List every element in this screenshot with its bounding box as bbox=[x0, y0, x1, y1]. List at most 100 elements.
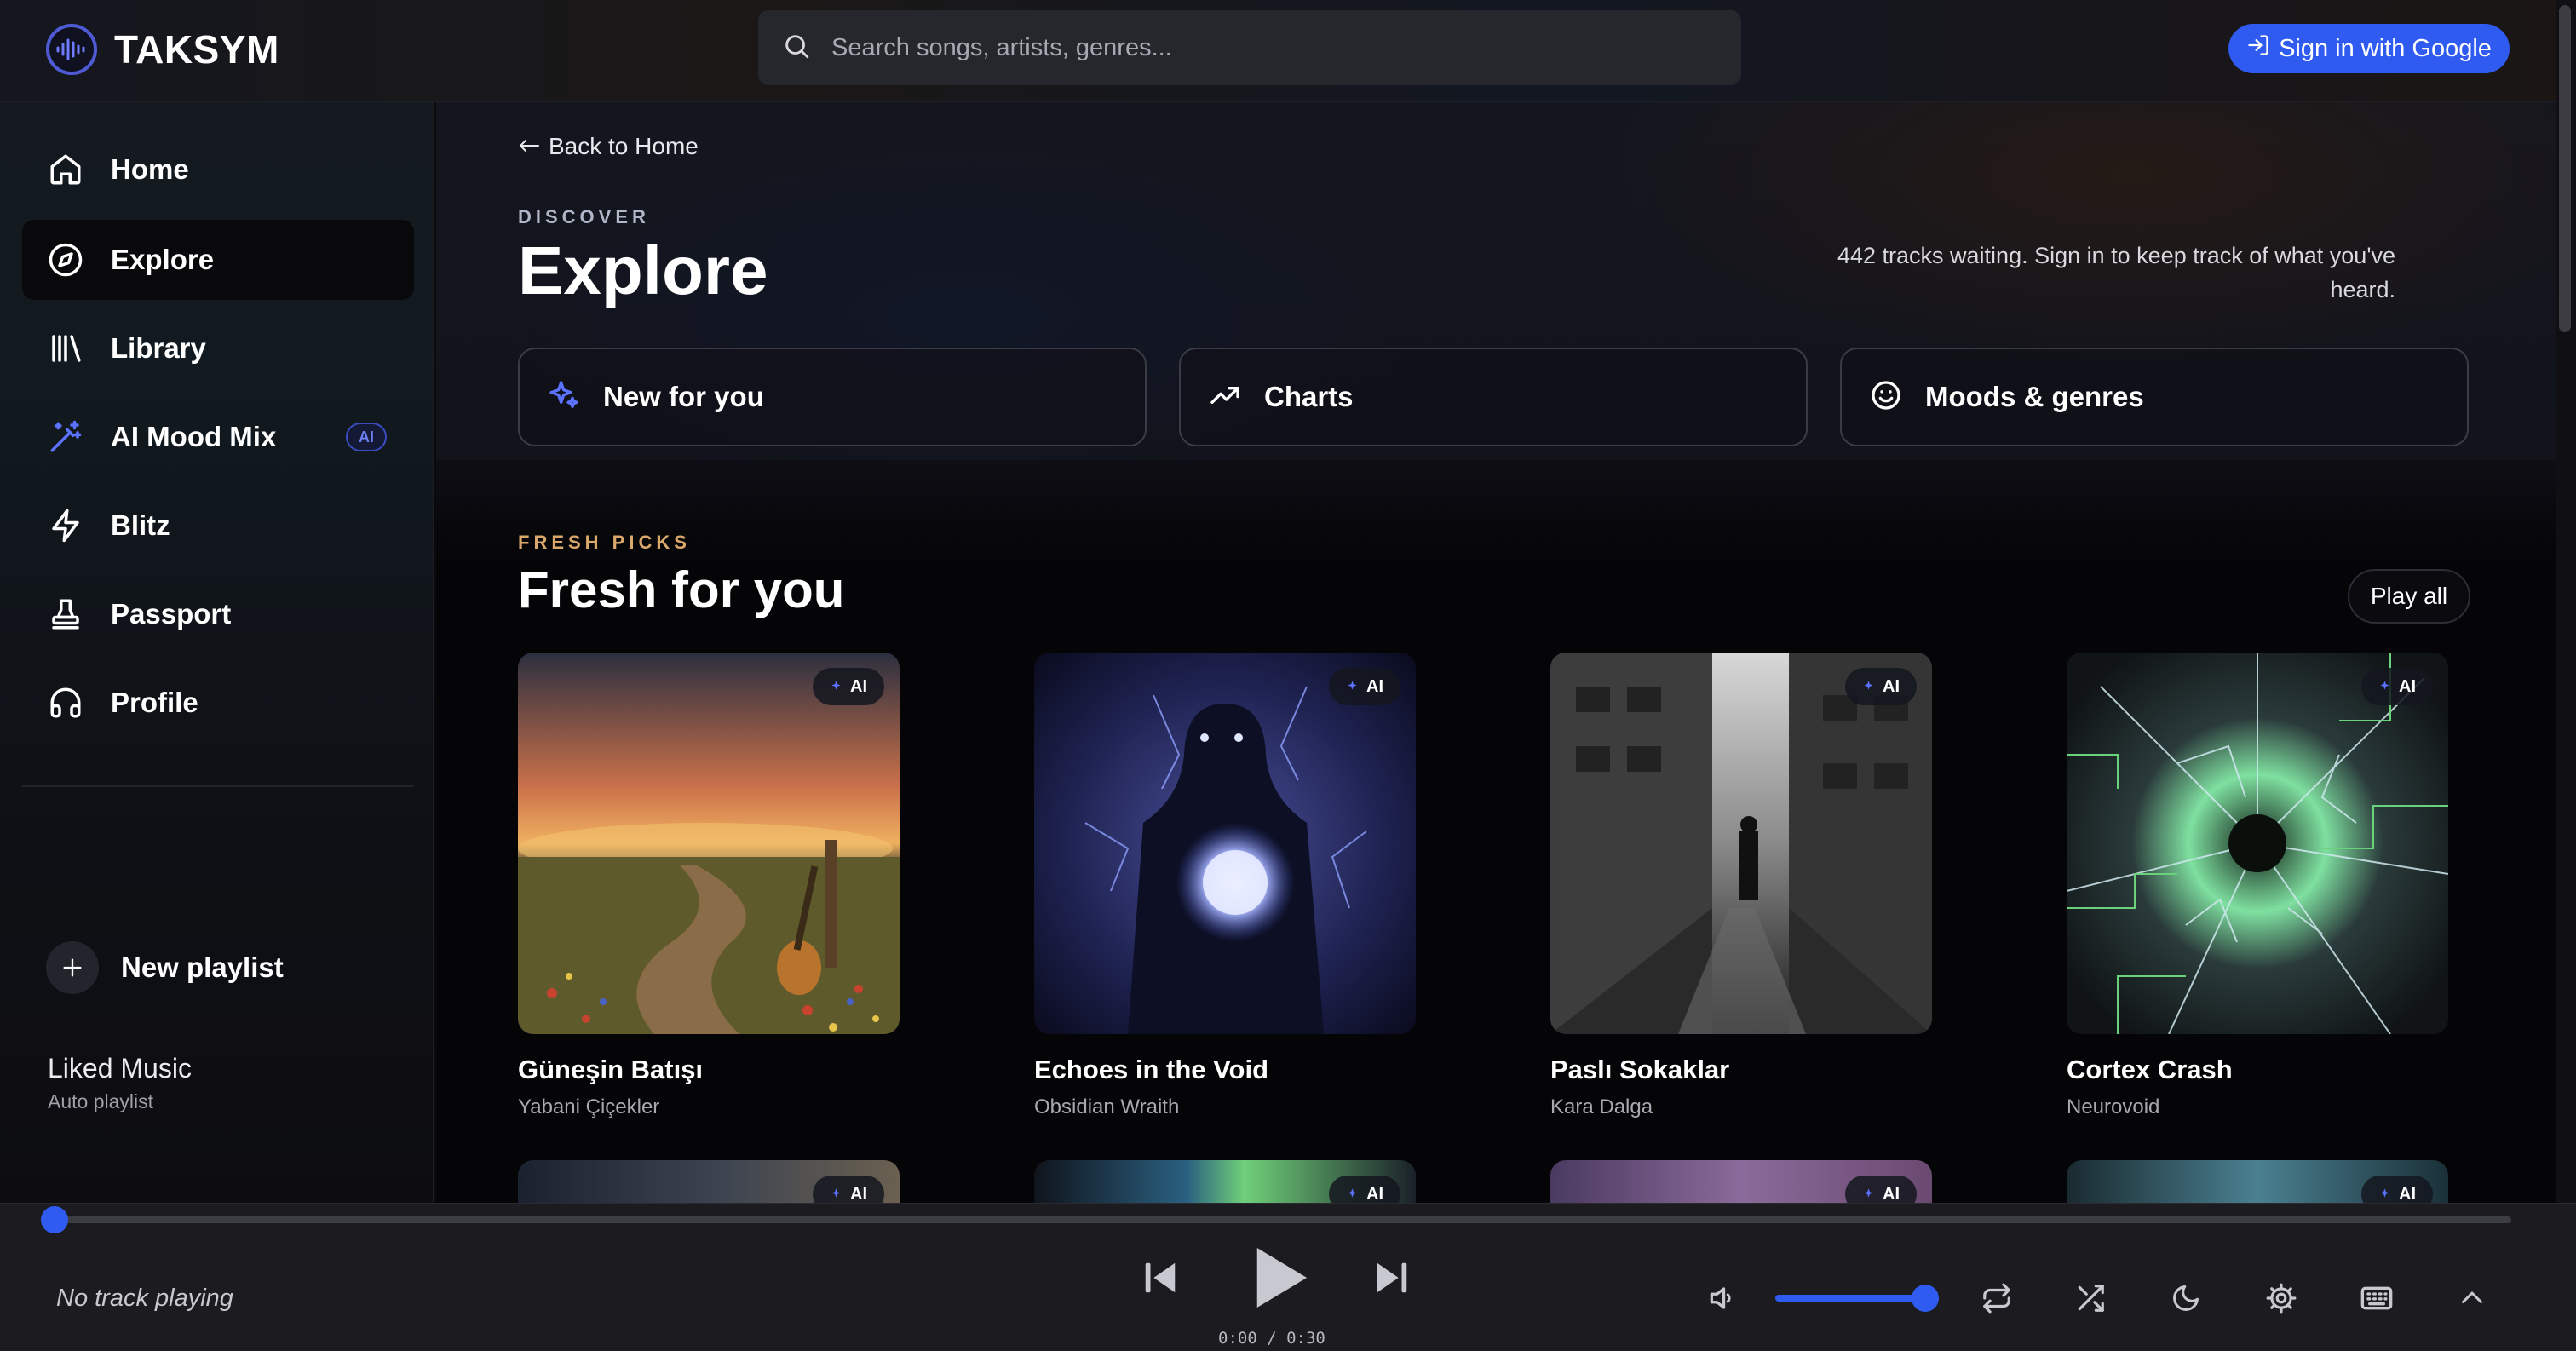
lightning-icon bbox=[46, 506, 85, 545]
sidebar-item-label: Profile bbox=[111, 687, 198, 718]
chevron-up-icon bbox=[2457, 1283, 2487, 1318]
track-card[interactable]: AI Güneşin Batışı Yabani Çiçekler bbox=[518, 653, 900, 1119]
sidebar-item-profile[interactable]: Profile bbox=[22, 663, 414, 743]
now-playing-text: No track playing bbox=[56, 1285, 233, 1312]
play-all-button[interactable]: Play all bbox=[2348, 569, 2470, 624]
sidebar-item-blitz[interactable]: Blitz bbox=[22, 486, 414, 566]
search-input[interactable] bbox=[831, 33, 1741, 62]
track-card[interactable]: AI Cortex Crash Neurovoid bbox=[2067, 653, 2448, 1119]
search-bar[interactable] bbox=[758, 10, 1741, 85]
back-label: Back to Home bbox=[549, 133, 699, 159]
sidebar-divider bbox=[22, 785, 414, 787]
tile-label: Moods & genres bbox=[1925, 381, 2144, 412]
track-card-partial[interactable]: AI bbox=[518, 1160, 900, 1203]
sidebar-item-library[interactable]: Library bbox=[22, 308, 414, 388]
main-content[interactable]: Back to Home DISCOVER Explore 442 tracks… bbox=[436, 102, 2556, 1203]
volume-handle[interactable] bbox=[1912, 1285, 1939, 1312]
track-title[interactable]: Echoes in the Void bbox=[1034, 1055, 1416, 1085]
track-title[interactable]: Güneşin Batışı bbox=[518, 1055, 900, 1085]
sidebar-item-ai-mood-mix[interactable]: AI Mood Mix AI bbox=[22, 397, 414, 477]
sidebar-item-label: Blitz bbox=[111, 509, 170, 541]
track-artist[interactable]: Kara Dalga bbox=[1550, 1095, 1932, 1119]
ai-badge-label: AI bbox=[850, 676, 867, 696]
ai-badge: AI bbox=[1329, 668, 1400, 705]
repeat-icon bbox=[1981, 1282, 2013, 1319]
album-art-shattered-circuit[interactable]: AI bbox=[2067, 653, 2448, 1034]
new-playlist-button[interactable]: New playlist bbox=[46, 940, 284, 995]
track-card[interactable]: AI Echoes in the Void Obsidian Wraith bbox=[1034, 653, 1416, 1119]
tile-new-for-you[interactable]: New for you bbox=[518, 348, 1147, 446]
ai-badge: AI bbox=[346, 423, 387, 451]
shuffle-button[interactable] bbox=[2070, 1279, 2111, 1320]
moon-icon bbox=[2171, 1283, 2201, 1318]
magic-wand-icon bbox=[46, 417, 85, 457]
sidebar-item-label: AI Mood Mix bbox=[111, 421, 277, 452]
sidebar-item-explore[interactable]: Explore bbox=[22, 220, 414, 300]
sleep-timer-button[interactable] bbox=[2165, 1279, 2206, 1320]
sidebar: Home Explore Library AI Mood Mix AI Blit… bbox=[0, 102, 434, 1203]
track-title[interactable]: Paslı Sokaklar bbox=[1550, 1055, 1932, 1085]
stamp-icon bbox=[46, 595, 85, 634]
progress-handle[interactable] bbox=[41, 1206, 68, 1233]
scrollbar-thumb[interactable] bbox=[2559, 5, 2571, 332]
sidebar-item-label: Home bbox=[111, 153, 189, 185]
volume-icon bbox=[1706, 1282, 1739, 1319]
ai-badge: AI bbox=[1329, 1176, 1400, 1203]
keyboard-icon bbox=[2360, 1281, 2394, 1319]
track-artist[interactable]: Yabani Çiçekler bbox=[518, 1095, 900, 1119]
previous-track-button[interactable] bbox=[1138, 1257, 1182, 1302]
volume-slider[interactable] bbox=[1775, 1295, 1925, 1302]
ai-badge: AI bbox=[1845, 1176, 1917, 1203]
ai-badge-label: AI bbox=[1366, 676, 1383, 696]
shuffle-icon bbox=[2074, 1282, 2107, 1319]
track-card-partial[interactable]: AI bbox=[1550, 1160, 1932, 1203]
app-window: TAKSYM Sign in with Google Home bbox=[0, 0, 2576, 1351]
track-artist[interactable]: Neurovoid bbox=[2067, 1095, 2448, 1119]
expand-player-button[interactable] bbox=[2452, 1279, 2493, 1320]
ai-badge: AI bbox=[813, 1176, 884, 1203]
skip-forward-icon bbox=[1372, 1258, 1412, 1302]
track-artist[interactable]: Obsidian Wraith bbox=[1034, 1095, 1416, 1119]
app-name: TAKSYM bbox=[114, 27, 279, 72]
sidebar-item-home[interactable]: Home bbox=[22, 129, 414, 210]
home-icon bbox=[46, 150, 85, 189]
sidebar-item-label: Explore bbox=[111, 244, 215, 275]
next-track-button[interactable] bbox=[1370, 1257, 1414, 1302]
playlist-subtitle: Auto playlist bbox=[48, 1090, 154, 1112]
progress-bar[interactable] bbox=[55, 1216, 2511, 1223]
waveform-logo-icon bbox=[46, 24, 97, 75]
album-art-rainy-street[interactable]: AI bbox=[1550, 653, 1932, 1034]
playback-time: 0:00 / 0:30 bbox=[1218, 1329, 1325, 1348]
ai-badge-label: AI bbox=[1883, 676, 1900, 696]
smile-icon bbox=[1869, 378, 1903, 417]
search-icon bbox=[782, 32, 811, 65]
ai-badge-label: AI bbox=[850, 1184, 867, 1204]
track-card-partial[interactable]: AI bbox=[2067, 1160, 2448, 1203]
keyboard-shortcuts-button[interactable] bbox=[2356, 1279, 2397, 1320]
arrow-left-icon bbox=[518, 133, 540, 160]
track-card[interactable]: AI Paslı Sokaklar Kara Dalga bbox=[1550, 653, 1932, 1119]
logo[interactable]: TAKSYM bbox=[46, 22, 279, 77]
ai-badge-label: AI bbox=[1366, 1184, 1383, 1204]
plus-icon bbox=[46, 941, 99, 994]
play-button[interactable] bbox=[1247, 1244, 1312, 1315]
new-playlist-label: New playlist bbox=[121, 951, 284, 983]
ai-badge-label: AI bbox=[2399, 676, 2416, 696]
skip-back-icon bbox=[1141, 1258, 1180, 1302]
album-art-sunset-field[interactable]: AI bbox=[518, 653, 900, 1034]
tile-moods-genres[interactable]: Moods & genres bbox=[1840, 348, 2469, 446]
album-art-void-figure[interactable]: AI bbox=[1034, 653, 1416, 1034]
sign-in-google-button[interactable]: Sign in with Google bbox=[2228, 24, 2510, 73]
sidebar-item-passport[interactable]: Passport bbox=[22, 574, 414, 654]
settings-button[interactable] bbox=[2261, 1279, 2302, 1320]
play-icon bbox=[1250, 1245, 1309, 1315]
back-to-home-link[interactable]: Back to Home bbox=[518, 133, 699, 160]
track-title[interactable]: Cortex Crash bbox=[2067, 1055, 2448, 1085]
sign-in-label: Sign in with Google bbox=[2279, 34, 2492, 62]
track-card-partial[interactable]: AI bbox=[1034, 1160, 1416, 1203]
ai-badge: AI bbox=[2361, 668, 2433, 705]
repeat-button[interactable] bbox=[1976, 1279, 2017, 1320]
ai-badge: AI bbox=[2361, 1176, 2433, 1203]
tile-charts[interactable]: Charts bbox=[1179, 348, 1808, 446]
mute-button[interactable] bbox=[1704, 1281, 1741, 1319]
